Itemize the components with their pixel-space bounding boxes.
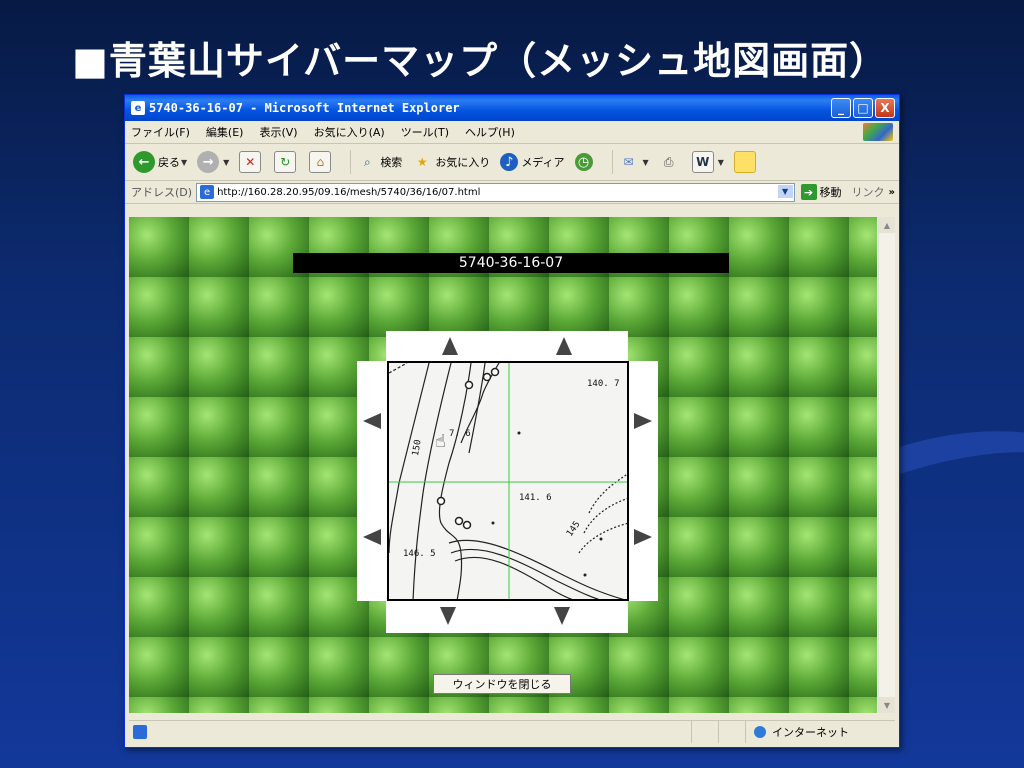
menu-tools[interactable]: ツール(T) (401, 124, 449, 140)
go-label: 移動 (819, 186, 842, 199)
toolbar-divider (611, 150, 613, 174)
zone-label: インターネット (772, 726, 849, 739)
hand-cursor-icon: ☝ (435, 431, 446, 452)
back-arrow-icon: ← (133, 151, 155, 173)
title-bar[interactable]: e 5740-36-16-07 - Microsoft Internet Exp… (125, 95, 899, 121)
address-bar: アドレス(D) e http://160.28.20.95/09.16/mesh… (125, 181, 899, 204)
menu-view[interactable]: 表示(V) (259, 124, 297, 140)
nav-up-left-arrow-icon[interactable] (442, 337, 458, 355)
page-content: 5740-36-16-07 140. 7 7. 6 141. 6 146. 5 … (129, 217, 877, 713)
note-icon (733, 151, 756, 173)
map-elevation-label: 141. 6 (519, 493, 552, 503)
nav-panel-top (386, 331, 628, 361)
nav-panel-bottom (386, 601, 628, 633)
menu-favorites[interactable]: お気に入り(A) (314, 124, 385, 140)
menu-bar: ファイル(F) 編集(E) 表示(V) お気に入り(A) ツール(T) ヘルプ(… (125, 121, 899, 144)
nav-up-right-arrow-icon[interactable] (556, 337, 572, 355)
chevron-down-icon[interactable]: ▼ (223, 158, 229, 167)
mesh-title: 5740-36-16-07 (293, 253, 729, 273)
links-button[interactable]: リンク (852, 184, 885, 200)
history-button[interactable]: ◷ (574, 153, 596, 171)
nav-right-top-arrow-icon[interactable] (634, 413, 652, 429)
search-label: 検索 (380, 156, 403, 169)
menu-edit[interactable]: 編集(E) (206, 124, 244, 140)
forward-button[interactable]: → ▼ (197, 151, 229, 173)
media-button[interactable]: ♪ メディア (500, 153, 565, 171)
toolbar: ← 戻る ▼ → ▼ ✕ ↻ ⌂ ⌕ 検索 ★ お気に入り ♪ メディア ◷ ✉… (125, 144, 899, 181)
page-icon: e (200, 185, 215, 199)
browser-window: e 5740-36-16-07 - Microsoft Internet Exp… (124, 94, 900, 748)
scroll-down-icon[interactable]: ▼ (879, 697, 895, 713)
chevron-down-icon[interactable]: ▼ (643, 158, 649, 167)
edit-button[interactable]: W ▼ (691, 151, 724, 173)
home-button[interactable]: ⌂ (309, 151, 334, 173)
toolbar-divider (350, 150, 352, 174)
go-arrow-icon: ➔ (800, 184, 817, 200)
stop-icon: ✕ (239, 151, 262, 173)
printer-icon: ⎙ (663, 154, 674, 169)
back-label: 戻る (158, 156, 180, 169)
window-title: 5740-36-16-07 - Microsoft Internet Explo… (149, 101, 460, 115)
notes-button[interactable] (733, 151, 759, 173)
home-icon: ⌂ (309, 151, 332, 173)
menu-help[interactable]: ヘルプ(H) (465, 124, 515, 140)
favorites-button[interactable]: ★ お気に入り (412, 152, 490, 172)
nav-left-bottom-arrow-icon[interactable] (363, 529, 381, 545)
search-button[interactable]: ⌕ 検索 (357, 152, 402, 172)
go-button[interactable]: ➔ 移動 (800, 184, 842, 200)
star-icon: ★ (416, 155, 428, 169)
chevron-down-icon[interactable]: ▼ (777, 184, 793, 198)
forward-arrow-icon: → (197, 151, 220, 173)
minimize-button[interactable]: _ (831, 98, 851, 118)
status-cell (691, 721, 718, 743)
refresh-button[interactable]: ↻ (274, 151, 299, 173)
map-elevation-label: 146. 5 (403, 549, 436, 559)
media-label: メディア (521, 156, 565, 169)
topographic-map (389, 363, 627, 599)
map-elevation-label: 140. 7 (587, 379, 620, 389)
word-icon: W (691, 151, 714, 173)
security-zone: インターネット (745, 721, 895, 743)
nav-left-top-arrow-icon[interactable] (363, 413, 381, 429)
status-bar: インターネット (129, 720, 895, 743)
scroll-up-icon[interactable]: ▲ (879, 217, 895, 233)
mesh-map[interactable]: 140. 7 7. 6 141. 6 146. 5 150 145 ☝ (387, 361, 629, 601)
favorites-label: お気に入り (435, 156, 491, 169)
media-icon: ♪ (500, 153, 519, 171)
vertical-scrollbar[interactable]: ▲ ▼ (878, 217, 895, 713)
nav-down-right-arrow-icon[interactable] (554, 607, 570, 625)
address-input[interactable]: e http://160.28.20.95/09.16/mesh/5740/36… (196, 182, 795, 202)
close-window-page-button[interactable]: ウィンドウを閉じる (433, 674, 571, 694)
nav-right-bottom-arrow-icon[interactable] (634, 529, 652, 545)
nav-panel-right (628, 361, 658, 601)
chevron-down-icon[interactable]: ▼ (718, 158, 724, 167)
mail-icon: ✉ (623, 155, 634, 169)
nav-down-left-arrow-icon[interactable] (440, 607, 456, 625)
back-button[interactable]: ← 戻る ▼ (133, 151, 187, 173)
globe-icon (754, 726, 766, 738)
address-label: アドレス(D) (131, 186, 193, 199)
slide-title: ■青葉山サイバーマップ（メッシュ地図画面） (72, 39, 889, 83)
print-button[interactable]: ⎙ (659, 152, 682, 172)
ie-icon: e (131, 101, 145, 115)
maximize-button[interactable]: □ (853, 98, 873, 118)
windows-logo-icon (863, 123, 893, 141)
page-status-icon (133, 725, 147, 739)
status-cell (718, 721, 745, 743)
map-elevation-label: 7. 6 (449, 429, 471, 439)
search-icon: ⌕ (363, 154, 371, 169)
chevron-down-icon[interactable]: ▼ (181, 158, 187, 167)
mail-button[interactable]: ✉ ▼ (619, 152, 649, 172)
menu-file[interactable]: ファイル(F) (131, 124, 190, 140)
close-window-button[interactable]: X (875, 98, 895, 118)
history-icon: ◷ (574, 153, 593, 171)
nav-panel-left (357, 361, 387, 601)
stop-button[interactable]: ✕ (239, 151, 264, 173)
chevron-right-icon[interactable]: » (889, 187, 895, 198)
address-url: http://160.28.20.95/09.16/mesh/5740/36/1… (217, 186, 481, 198)
refresh-icon: ↻ (274, 151, 297, 173)
